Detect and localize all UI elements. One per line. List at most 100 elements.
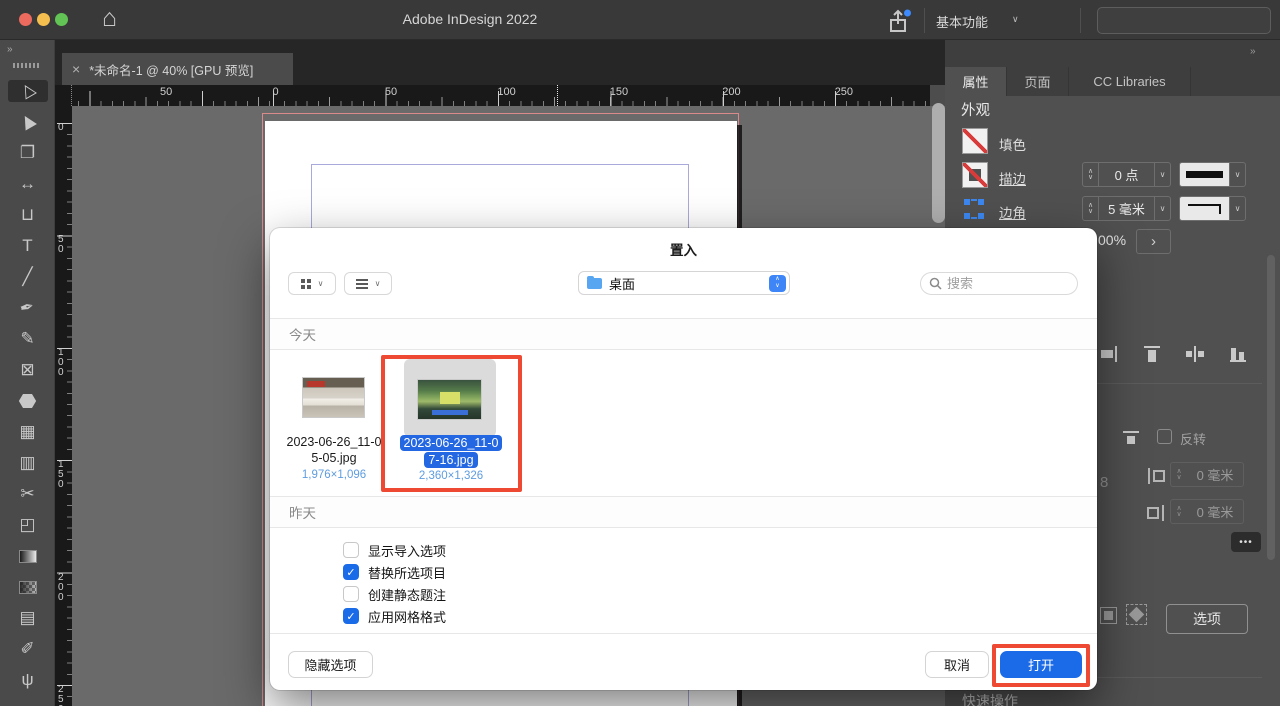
direct-selection-tool[interactable]: ▶ bbox=[8, 111, 48, 133]
share-button[interactable] bbox=[884, 8, 912, 34]
apply-grid-format-checkbox[interactable]: ✓ bbox=[343, 608, 359, 624]
home-icon[interactable]: ⌂ bbox=[102, 4, 117, 33]
line-tool[interactable]: ╱ bbox=[8, 266, 48, 288]
checkbox-row-show-import-options[interactable]: 显示导入选项 bbox=[343, 541, 446, 559]
chevron-down-icon[interactable]: ∨ bbox=[1229, 197, 1245, 220]
icon-view-button[interactable]: ∨ bbox=[288, 272, 336, 295]
zoom-window-button[interactable] bbox=[55, 13, 68, 26]
align-top-icon bbox=[1144, 346, 1160, 362]
eyedropper-tool[interactable]: ✐ bbox=[8, 638, 48, 660]
chevron-down-icon[interactable]: ∨ bbox=[1229, 163, 1245, 186]
checkbox-row-apply-grid-format[interactable]: ✓ 应用网格格式 bbox=[343, 607, 446, 625]
stepper-arrows-icon[interactable]: ∧ ∨ bbox=[1083, 197, 1099, 220]
align-right-button[interactable] bbox=[1098, 343, 1120, 365]
section-header-yesterday: 昨天 bbox=[270, 496, 1097, 528]
align-center-text-button[interactable] bbox=[1120, 427, 1142, 449]
checkbox-row-create-static-captions[interactable]: 创建静态题注 bbox=[343, 585, 446, 603]
indent-left-value[interactable]: 0 毫米 bbox=[1187, 463, 1243, 486]
vertical-grid-tool-icon: ▥ bbox=[19, 453, 36, 472]
scissors-tool[interactable]: ✂ bbox=[8, 483, 48, 505]
stroke-swatch-none[interactable] bbox=[962, 162, 988, 188]
gradient-swatch-tool[interactable] bbox=[8, 545, 48, 567]
dialog-search-input[interactable] bbox=[947, 276, 1057, 291]
canvas-vertical-scrollbar[interactable] bbox=[932, 103, 945, 223]
create-static-captions-checkbox[interactable] bbox=[343, 586, 359, 602]
stepper-arrows-icon[interactable]: ∧ ∨ bbox=[1171, 500, 1187, 523]
pen-tool[interactable]: ✒ bbox=[8, 296, 48, 319]
note-tool[interactable]: ▤ bbox=[8, 607, 48, 629]
chevron-down-icon[interactable]: ∨ bbox=[1154, 163, 1170, 186]
indent-right-stepper[interactable]: ∧ ∨ 0 毫米 bbox=[1170, 499, 1244, 524]
indent-right-value[interactable]: 0 毫米 bbox=[1187, 500, 1243, 523]
opacity-value-partial[interactable]: 00% bbox=[1098, 232, 1126, 248]
content-collector-tool[interactable]: ⊔ bbox=[8, 204, 48, 226]
rectangle-frame-tool[interactable]: ⊠ bbox=[8, 359, 48, 381]
minimize-window-button[interactable] bbox=[37, 13, 50, 26]
panel-dock-overflow[interactable]: » bbox=[1250, 46, 1257, 57]
hide-options-button[interactable]: 隐藏选项 bbox=[288, 651, 373, 678]
close-tab-icon[interactable]: × bbox=[72, 61, 80, 77]
checkbox-label: 显示导入选项 bbox=[368, 543, 447, 559]
opacity-options-button[interactable]: › bbox=[1136, 229, 1171, 254]
file-thumbnail[interactable] bbox=[302, 377, 365, 418]
selection-tool[interactable]: ▷ bbox=[7, 80, 48, 102]
vertical-grid-tool[interactable]: ▥ bbox=[8, 452, 48, 474]
corner-label-link[interactable]: 边角 bbox=[999, 202, 1026, 222]
type-tool[interactable]: T bbox=[8, 235, 48, 257]
app-search-field[interactable] bbox=[1097, 7, 1271, 34]
cancel-button[interactable]: 取消 bbox=[925, 651, 989, 678]
stepper-arrows-icon[interactable]: ∧ ∨ bbox=[1083, 163, 1099, 186]
free-transform-tool[interactable]: ◰ bbox=[8, 514, 48, 536]
stroke-style-dropdown[interactable]: ∨ bbox=[1179, 162, 1246, 187]
more-options-button[interactable]: ••• bbox=[1231, 532, 1261, 552]
reverse-checkbox[interactable] bbox=[1157, 429, 1172, 444]
stroke-weight-stepper[interactable]: ∧ ∨ 0 点 ∨ bbox=[1082, 162, 1171, 187]
tab-properties[interactable]: 属性 bbox=[945, 67, 1007, 96]
tools-panel-grip[interactable] bbox=[13, 63, 41, 68]
vertical-ruler[interactable]: 0 5 0 1 0 0 1 5 0 2 0 0 2 5 0 bbox=[55, 106, 72, 706]
search-icon bbox=[929, 277, 942, 290]
workspace-switcher[interactable]: 基本功能 bbox=[936, 12, 988, 31]
replace-selected-checkbox[interactable]: ✓ bbox=[343, 564, 359, 580]
dialog-search-field[interactable] bbox=[920, 272, 1078, 295]
page-tool[interactable]: ❐ bbox=[8, 142, 48, 164]
gradient-feather-tool[interactable] bbox=[8, 576, 48, 598]
gap-tool[interactable]: ↔ bbox=[8, 173, 48, 195]
show-import-options-checkbox[interactable] bbox=[343, 542, 359, 558]
checkbox-row-replace-selected[interactable]: ✓ 替换所选项目 bbox=[343, 563, 446, 581]
align-top-button[interactable] bbox=[1141, 343, 1163, 365]
corner-style-dropdown[interactable]: ∨ bbox=[1179, 196, 1246, 221]
corner-radius-value[interactable]: 5 毫米 bbox=[1099, 197, 1154, 220]
fill-swatch-none[interactable] bbox=[962, 128, 988, 154]
tab-cc-libraries[interactable]: CC Libraries bbox=[1069, 67, 1191, 96]
polygon-tool[interactable] bbox=[8, 390, 48, 412]
stroke-weight-value[interactable]: 0 点 bbox=[1099, 163, 1154, 186]
ruler-origin-corner[interactable] bbox=[55, 85, 72, 106]
frame-fitting-icon[interactable] bbox=[1100, 607, 1117, 624]
horizontal-grid-tool[interactable]: ▦ bbox=[8, 421, 48, 443]
panel-scrollbar[interactable] bbox=[1267, 255, 1275, 560]
chevron-down-icon[interactable]: ∨ bbox=[1154, 197, 1170, 220]
app-search-input[interactable] bbox=[1098, 8, 1270, 33]
tab-pages[interactable]: 页面 bbox=[1007, 67, 1069, 96]
file-name[interactable]: 2023-06-26_11-0 bbox=[273, 434, 395, 450]
stepper-arrows-icon[interactable]: ∧ ∨ bbox=[1171, 463, 1187, 486]
indent-left-stepper[interactable]: ∧ ∨ 0 毫米 bbox=[1170, 462, 1244, 487]
gradient-feather-tool-icon bbox=[18, 580, 37, 594]
close-window-button[interactable] bbox=[19, 13, 32, 26]
horizontal-ruler[interactable]: 50 0 50 100 150 200 250 bbox=[72, 85, 930, 106]
file-name[interactable]: 5-05.jpg bbox=[273, 450, 395, 466]
link-constrain-icon[interactable]: 8 bbox=[1100, 474, 1108, 491]
pencil-tool[interactable]: ✎ bbox=[8, 328, 48, 350]
corner-radius-stepper[interactable]: ∧ ∨ 5 毫米 ∨ bbox=[1082, 196, 1171, 221]
document-tab[interactable]: × *未命名-1 @ 40% [GPU 预览] bbox=[62, 53, 293, 85]
hand-tool[interactable]: ψ bbox=[8, 669, 48, 691]
list-view-button[interactable]: ∨ bbox=[344, 272, 392, 295]
folder-dropdown[interactable]: 桌面 ∧ ∨ bbox=[578, 271, 790, 295]
auto-fit-icon[interactable] bbox=[1126, 604, 1147, 625]
stroke-label-link[interactable]: 描边 bbox=[999, 168, 1026, 188]
tools-panel-overflow[interactable]: » bbox=[7, 44, 14, 55]
align-center-horizontal-button[interactable] bbox=[1184, 343, 1206, 365]
options-button[interactable]: 选项 bbox=[1166, 604, 1248, 634]
align-bottom-button[interactable] bbox=[1227, 343, 1249, 365]
